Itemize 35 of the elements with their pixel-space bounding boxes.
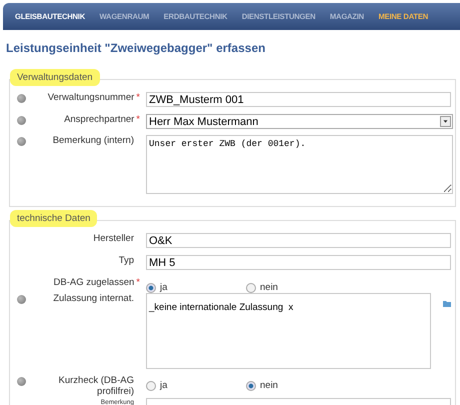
field-label: Bemerkung (intern) (52, 135, 134, 147)
textarea-field[interactable]: Unser erster ZWB (der 001er). (146, 135, 453, 194)
radio-button[interactable] (146, 380, 156, 390)
info-icon[interactable] (16, 116, 26, 125)
field-label: Ansprechpartner (64, 114, 134, 126)
radio-option[interactable]: nein (246, 282, 346, 293)
tag-field[interactable]: _keine internationale Zulassung x (146, 293, 431, 369)
radio-button[interactable] (146, 282, 156, 292)
text-field[interactable]: O&K (146, 233, 451, 248)
radio-option[interactable]: ja (146, 282, 246, 293)
section-legend: Verwaltungsdaten (13, 72, 97, 83)
required-mark: * (136, 277, 140, 288)
required-mark: * (136, 114, 140, 125)
folder-icon[interactable] (443, 300, 452, 307)
required-mark: * (136, 92, 140, 103)
field-label: DB-AG zugelassen (54, 277, 134, 289)
field-label: Zulassung internat. (53, 293, 134, 305)
info-icon[interactable] (16, 137, 26, 146)
text-field[interactable]: MH 5 (146, 255, 451, 270)
info-icon[interactable] (16, 377, 26, 386)
field-label: Typ (118, 255, 134, 267)
field-label: Verwaltungsnummer (48, 92, 134, 104)
radio-button[interactable] (246, 282, 256, 292)
select-field[interactable]: Herr Max Mustermann (146, 114, 453, 129)
info-icon[interactable] (16, 295, 26, 304)
radio-button[interactable] (246, 380, 256, 390)
radio-option[interactable]: ja (146, 380, 246, 391)
radio-option[interactable]: nein (246, 380, 346, 391)
field-label: Hersteller (93, 233, 134, 245)
field-label: Kurzheck (DB-AG profilfrei) (58, 375, 134, 398)
tag: _keine internationale Zulassung x (149, 302, 294, 313)
info-icon[interactable] (16, 94, 26, 103)
page-title: Leistungseinheit "Zweiwegebagger" erfassen (6, 41, 266, 55)
text-field[interactable]: ZWB_Musterm 001 (146, 92, 451, 107)
section-legend: technische Daten (13, 213, 94, 224)
